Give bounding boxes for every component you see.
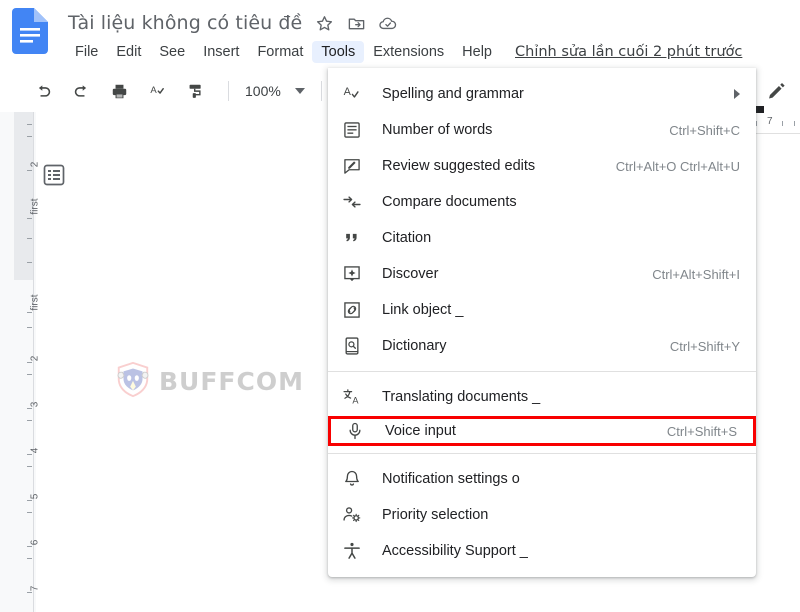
chevron-down-icon [294, 88, 305, 94]
page-title[interactable]: Tài liệu không có tiêu đề [68, 12, 302, 34]
menu-item-shortcut: Ctrl+Shift+Y [669, 338, 740, 354]
menu-item-number-of-words[interactable]: Number of words Ctrl+Shift+C [328, 112, 756, 148]
menu-item-voice-input[interactable]: Voice input Ctrl+Shift+S [328, 416, 756, 446]
menu-item-review-suggested-edits[interactable]: Review suggested edits Ctrl+Alt+O Ctrl+A… [328, 148, 756, 184]
menu-item-label: Citation [382, 230, 432, 246]
menu-item-citation[interactable]: Citation [328, 220, 756, 256]
menu-item-label: Notification settings o [382, 471, 520, 487]
menu-item-notification-settings[interactable]: Notification settings o [328, 461, 756, 497]
menu-item-label: Link object _ [382, 302, 464, 318]
menu-insert[interactable]: Insert [194, 41, 248, 63]
redo-icon[interactable] [66, 76, 96, 106]
menu-item-shortcut: Ctrl+Shift+C [669, 122, 740, 138]
menu-item-link-object[interactable]: Link object _ [328, 292, 756, 328]
zoom-value: 100% [245, 83, 281, 99]
menu-item-label: Accessibility Support _ [382, 543, 528, 559]
last-edit-link[interactable]: Chỉnh sửa lần cuối 2 phút trước [515, 44, 742, 60]
vruler-label-3: 2 [29, 355, 41, 362]
header-bar: Tài liệu không có tiêu đề File Edit See … [0, 0, 800, 68]
buffcom-watermark: BUFFCOM [114, 360, 304, 403]
dictionary-icon [342, 335, 370, 357]
undo-icon[interactable] [28, 76, 58, 106]
google-docs-window: Tài liệu không có tiêu đề File Edit See … [0, 0, 800, 612]
menu-tools[interactable]: Tools [312, 41, 365, 63]
buffalo-shield-logo [114, 360, 152, 403]
priority-person-gear-icon [342, 504, 370, 526]
tools-dropdown-menu: A Spelling and grammar Number of words C… [328, 68, 756, 577]
vruler-label-8: 7 [29, 585, 41, 592]
toolbar-divider-2 [320, 81, 322, 101]
toolbar-right-group [760, 74, 792, 106]
docs-file-icon[interactable] [12, 8, 48, 54]
svg-text:A: A [352, 396, 359, 406]
menu-item-label: Review suggested edits [382, 158, 536, 174]
edit-mode-pencil-icon[interactable] [760, 74, 792, 106]
star-icon[interactable] [314, 13, 334, 33]
svg-text:A: A [344, 86, 352, 98]
menu-item-shortcut: Ctrl+Alt+O Ctrl+Alt+U [615, 158, 740, 174]
menu-extensions[interactable]: Extensions [364, 41, 453, 63]
paint-format-icon[interactable] [180, 76, 210, 106]
menu-edit[interactable]: Edit [107, 41, 150, 63]
menu-item-label: Priority selection [382, 507, 489, 523]
title-row: Tài liệu không có tiêu đề [68, 8, 398, 38]
submenu-arrow-icon [734, 89, 740, 99]
bell-notification-icon [342, 468, 370, 490]
menu-item-spelling-and-grammar[interactable]: A Spelling and grammar [328, 76, 756, 112]
review-edits-icon [342, 155, 370, 177]
menu-item-label: Number of words [382, 122, 493, 138]
menu-item-translating-documents[interactable]: A Translating documents _ [328, 379, 756, 415]
menu-item-discover[interactable]: Discover Ctrl+Alt+Shift+I [328, 256, 756, 292]
vruler-label-4: 3 [29, 401, 41, 408]
menu-bar: File Edit See Insert Format Tools Extens… [66, 40, 742, 64]
vruler-label-2: first [29, 294, 41, 311]
accessibility-person-icon [342, 540, 370, 562]
hruler-label-0: 7 [767, 116, 773, 127]
spelling-grammar-icon: A [342, 83, 370, 105]
vruler-label-7: 6 [29, 539, 41, 546]
vruler-label-5: 4 [29, 447, 41, 454]
menu-item-label: Dictionary [382, 338, 447, 354]
menu-item-label: Voice input [385, 423, 456, 439]
toolbar-divider-1 [228, 81, 229, 101]
spellcheck-icon[interactable]: A [142, 76, 172, 106]
menu-help[interactable]: Help [453, 41, 501, 63]
print-icon[interactable] [104, 76, 134, 106]
word-count-icon [342, 119, 370, 141]
vruler-label-0: 2 [29, 161, 41, 168]
translate-icon: A [342, 386, 370, 408]
compare-documents-icon [342, 191, 370, 213]
menu-divider-2 [328, 453, 756, 454]
citation-quote-icon [342, 227, 370, 249]
menu-see[interactable]: See [150, 41, 194, 63]
move-to-folder-icon[interactable] [346, 13, 366, 33]
menu-file[interactable]: File [66, 41, 107, 63]
menu-item-label: Compare documents [382, 194, 517, 210]
watermark-text: BUFFCOM [159, 367, 304, 396]
menu-item-accessibility-support[interactable]: Accessibility Support _ [328, 533, 756, 569]
zoom-selector[interactable]: 100% [239, 79, 311, 103]
menu-item-shortcut: Ctrl+Shift+S [666, 423, 737, 439]
menu-format[interactable]: Format [248, 41, 312, 63]
menu-item-label: Spelling and grammar [382, 86, 524, 102]
menu-divider-1 [328, 371, 756, 372]
menu-item-priority-selection[interactable]: Priority selection [328, 497, 756, 533]
menu-item-label: Translating documents _ [382, 389, 541, 405]
menu-item-label: Discover [382, 266, 439, 282]
cloud-saved-icon[interactable] [378, 13, 398, 33]
svg-text:A: A [150, 85, 157, 96]
document-outline-icon[interactable] [41, 162, 67, 188]
menu-item-dictionary[interactable]: Dictionary Ctrl+Shift+Y [328, 328, 756, 364]
microphone-voice-icon [345, 420, 373, 442]
discover-explore-icon [342, 263, 370, 285]
menu-item-compare-documents[interactable]: Compare documents [328, 184, 756, 220]
menu-item-shortcut: Ctrl+Alt+Shift+I [652, 266, 740, 282]
vruler-label-6: 5 [29, 493, 41, 500]
vertical-ruler[interactable]: 2 first first 2 3 4 5 6 7 8 [14, 112, 41, 612]
link-object-icon [342, 299, 370, 321]
